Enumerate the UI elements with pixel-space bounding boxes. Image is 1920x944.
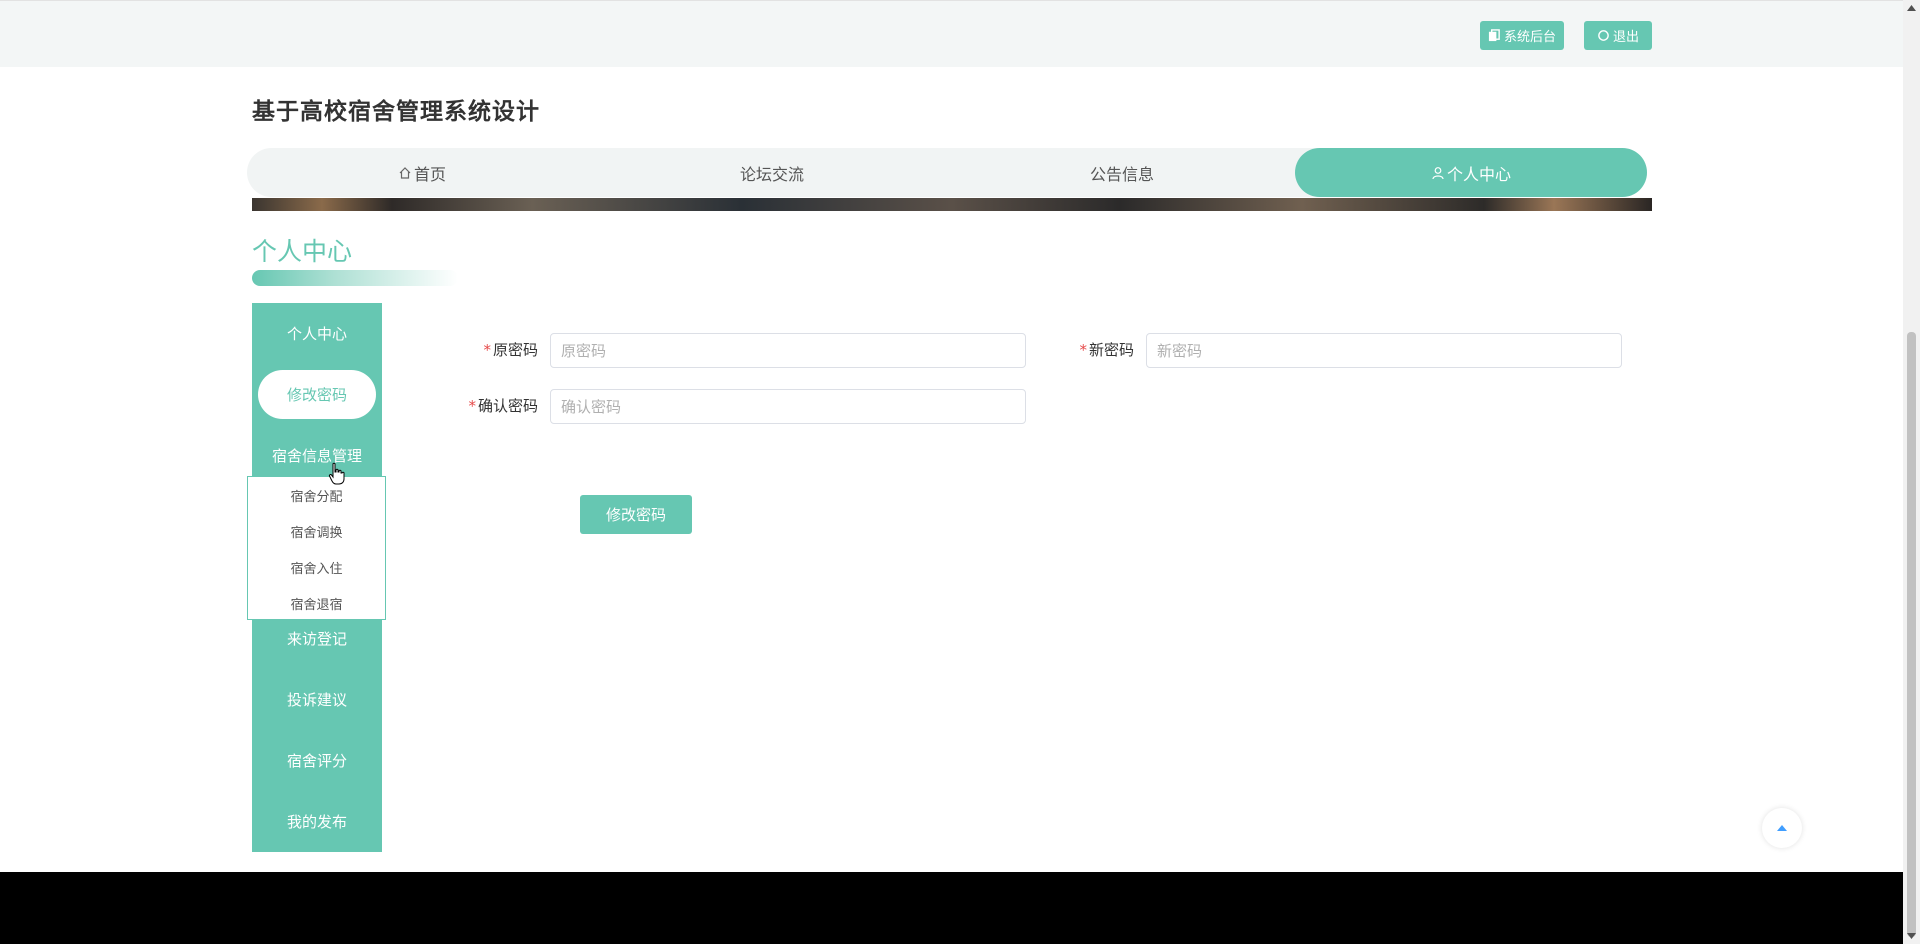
nav-item-label: 个人中心	[1446, 164, 1511, 184]
nav-item-notices[interactable]: 公告信息	[947, 148, 1297, 197]
confirm-password-label: * 确认密码	[455, 395, 538, 416]
new-password-input[interactable]	[1146, 333, 1622, 368]
admin-button[interactable]: 系统后台	[1480, 21, 1564, 50]
submenu-item-dorm-checkin[interactable]: 宿舍入住	[248, 549, 385, 585]
new-password-label-text: 新密码	[1088, 341, 1134, 359]
nav-item-label: 公告信息	[1089, 164, 1154, 184]
submenu-item-label: 宿舍入住	[290, 561, 343, 577]
old-password-label-text: 原密码	[492, 341, 538, 359]
top-bar: 系统后台 退出	[0, 0, 1903, 67]
hand-cursor-icon	[328, 462, 345, 485]
new-password-label: * 新密码	[1066, 339, 1134, 360]
sidebar-item-label: 宿舍评分	[286, 752, 347, 770]
sidebar-item-label: 我的发布	[286, 813, 347, 831]
sidebar-item-label: 宿舍信息管理	[271, 447, 362, 465]
submenu-item-label: 宿舍分配	[290, 489, 343, 505]
scroll-up-arrow-icon[interactable]	[1906, 3, 1917, 13]
sidebar-item-visitor-registration[interactable]: 来访登记	[252, 614, 382, 663]
old-password-input[interactable]	[550, 333, 1026, 368]
required-mark: *	[1079, 341, 1087, 359]
sidebar-item-change-password[interactable]: 修改密码	[258, 370, 376, 419]
scroll-down-arrow-icon[interactable]	[1906, 931, 1917, 941]
site-title: 基于高校宿舍管理系统设计	[252, 99, 540, 125]
user-icon	[1432, 166, 1444, 179]
submenu-item-label: 宿舍退宿	[290, 597, 343, 613]
sidebar-item-dorm-info[interactable]: 宿舍信息管理	[252, 431, 382, 480]
submenu-item-dorm-swap[interactable]: 宿舍调换	[248, 513, 385, 549]
sidebar-item-dorm-rating[interactable]: 宿舍评分	[252, 736, 382, 785]
dorm-info-submenu: 宿舍分配 宿舍调换 宿舍入住 宿舍退宿	[247, 476, 386, 620]
sidebar-item-personal-center[interactable]: 个人中心	[252, 309, 382, 358]
nav-item-personal-center[interactable]: 个人中心	[1295, 148, 1647, 197]
old-password-label: * 原密码	[470, 339, 538, 360]
confirm-password-label-text: 确认密码	[477, 397, 538, 415]
sidebar-item-my-posts[interactable]: 我的发布	[252, 797, 382, 846]
change-password-submit-button[interactable]: 修改密码	[580, 495, 692, 534]
banner-image	[252, 198, 1652, 211]
sidebar-item-label: 投诉建议	[286, 691, 347, 709]
submenu-item-label: 宿舍调换	[290, 525, 343, 541]
required-mark: *	[483, 341, 491, 359]
sidebar-item-label: 个人中心	[286, 325, 347, 343]
sidebar-item-label: 来访登记	[286, 630, 347, 648]
submenu-item-dorm-checkout[interactable]: 宿舍退宿	[248, 585, 385, 621]
sidebar-item-label: 修改密码	[286, 386, 347, 404]
nav-item-forum[interactable]: 论坛交流	[597, 148, 947, 197]
admin-button-label: 系统后台	[1503, 30, 1556, 45]
back-to-top-button[interactable]	[1762, 808, 1802, 848]
nav-item-label: 论坛交流	[739, 164, 804, 184]
sidebar-item-complaints[interactable]: 投诉建议	[252, 675, 382, 724]
logout-button[interactable]: 退出	[1584, 21, 1652, 50]
required-mark: *	[468, 397, 476, 415]
section-title: 个人中心	[252, 237, 353, 266]
nav-item-home[interactable]: 首页	[247, 148, 597, 197]
footer	[0, 872, 1903, 944]
scrollbar-thumb[interactable]	[1907, 332, 1916, 937]
submenu-item-dorm-allocation[interactable]: 宿舍分配	[248, 477, 385, 513]
power-icon	[1598, 30, 1609, 41]
copy-icon	[1488, 29, 1500, 42]
logout-button-label: 退出	[1612, 30, 1639, 45]
caret-up-icon	[1777, 825, 1787, 831]
nav-item-label: 首页	[413, 164, 446, 184]
home-icon	[399, 166, 411, 179]
section-title-underline	[252, 270, 458, 286]
main-nav: 首页 论坛交流 公告信息 个人中心	[247, 148, 1647, 197]
confirm-password-input[interactable]	[550, 389, 1026, 424]
